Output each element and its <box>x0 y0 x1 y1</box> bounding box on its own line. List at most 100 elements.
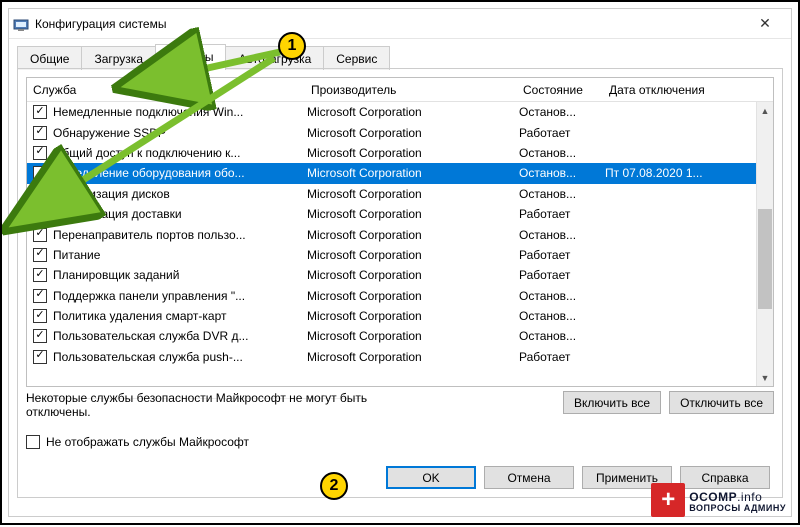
service-state: Останов... <box>519 105 605 119</box>
service-state: Работает <box>519 268 605 282</box>
ok-button[interactable]: OK <box>386 466 476 489</box>
sort-indicator-icon: ▲ <box>116 85 125 95</box>
service-name: Пользовательская служба DVR д... <box>53 329 307 343</box>
service-state: Работает <box>519 248 605 262</box>
hide-ms-label: Не отображать службы Майкрософт <box>46 435 249 449</box>
enable-all-button[interactable]: Включить все <box>563 391 661 414</box>
scroll-thumb[interactable] <box>758 209 772 309</box>
service-manufacturer: Microsoft Corporation <box>307 187 519 201</box>
security-note: Некоторые службы безопасности Майкрософт… <box>26 391 367 419</box>
service-checkbox[interactable] <box>33 248 47 262</box>
tab-services[interactable]: Службы <box>155 44 226 69</box>
callout-2: 2 <box>320 472 348 500</box>
service-checkbox[interactable] <box>33 166 47 180</box>
tab-tools[interactable]: Сервис <box>323 46 390 70</box>
service-rows: Немедленные подключения Win...Microsoft … <box>27 102 756 386</box>
service-state: Останов... <box>519 146 605 160</box>
service-state: Останов... <box>519 228 605 242</box>
table-row[interactable]: Оптимизация дисковMicrosoft CorporationО… <box>27 184 756 204</box>
service-manufacturer: Microsoft Corporation <box>307 248 519 262</box>
service-name: Обнаружение SSDP <box>53 126 307 140</box>
service-manufacturer: Microsoft Corporation <box>307 166 519 180</box>
service-manufacturer: Microsoft Corporation <box>307 309 519 323</box>
service-manufacturer: Microsoft Corporation <box>307 329 519 343</box>
msconfig-window: Конфигурация системы ✕ Общие Загрузка Сл… <box>8 8 792 517</box>
tab-strip: Общие Загрузка Службы Автозагрузка Серви… <box>9 39 791 68</box>
service-name: Общий доступ к подключению к... <box>53 146 307 160</box>
tab-startup[interactable]: Автозагрузка <box>225 46 324 70</box>
service-name: Немедленные подключения Win... <box>53 105 307 119</box>
service-manufacturer: Microsoft Corporation <box>307 126 519 140</box>
service-state: Останов... <box>519 309 605 323</box>
service-state: Останов... <box>519 289 605 303</box>
table-row[interactable]: Пользовательская служба push-...Microsof… <box>27 347 756 367</box>
service-name: Планировщик заданий <box>53 268 307 282</box>
service-state: Работает <box>519 126 605 140</box>
service-manufacturer: Microsoft Corporation <box>307 207 519 221</box>
service-state: Останов... <box>519 187 605 201</box>
column-headers[interactable]: Служба ▲ Производитель Состояние Дата отк… <box>27 78 773 102</box>
service-manufacturer: Microsoft Corporation <box>307 105 519 119</box>
table-row[interactable]: Поддержка панели управления "...Microsof… <box>27 286 756 306</box>
service-state: Работает <box>519 207 605 221</box>
service-manufacturer: Microsoft Corporation <box>307 268 519 282</box>
service-manufacturer: Microsoft Corporation <box>307 228 519 242</box>
table-row[interactable]: Планировщик заданийMicrosoft Corporation… <box>27 265 756 285</box>
service-name: Перенаправитель портов пользо... <box>53 228 307 242</box>
col-date-disabled[interactable]: Дата отключения <box>603 83 733 97</box>
table-row[interactable]: Общий доступ к подключению к...Microsoft… <box>27 143 756 163</box>
service-checkbox[interactable] <box>33 105 47 119</box>
service-name: Питание <box>53 248 307 262</box>
service-checkbox[interactable] <box>33 207 47 221</box>
cancel-button[interactable]: Отмена <box>484 466 574 489</box>
window-title: Конфигурация системы <box>35 17 743 31</box>
service-checkbox[interactable] <box>33 350 47 364</box>
col-manufacturer[interactable]: Производитель <box>305 83 517 97</box>
service-checkbox[interactable] <box>33 329 47 343</box>
service-checkbox[interactable] <box>33 228 47 242</box>
service-name: Политика удаления смарт-карт <box>53 309 307 323</box>
service-state: Останов... <box>519 166 605 180</box>
disable-all-button[interactable]: Отключить все <box>669 391 774 414</box>
scroll-down-icon[interactable]: ▼ <box>757 369 773 386</box>
table-row[interactable]: Определение оборудования обо...Microsoft… <box>27 163 756 183</box>
table-row[interactable]: Перенаправитель портов пользо...Microsof… <box>27 224 756 244</box>
app-icon <box>13 16 29 32</box>
service-state: Останов... <box>519 329 605 343</box>
service-checkbox[interactable] <box>33 187 47 201</box>
service-checkbox[interactable] <box>33 146 47 160</box>
table-row[interactable]: Пользовательская служба DVR д...Microsof… <box>27 326 756 346</box>
service-checkbox[interactable] <box>33 268 47 282</box>
close-icon[interactable]: ✕ <box>743 10 787 38</box>
table-row[interactable]: Политика удаления смарт-картMicrosoft Co… <box>27 306 756 326</box>
service-name: Пользовательская служба push-... <box>53 350 307 364</box>
service-date-disabled: Пт 07.08.2020 1... <box>605 166 735 180</box>
service-checkbox[interactable] <box>33 289 47 303</box>
callout-1: 1 <box>278 32 306 60</box>
tab-panel-services: Служба ▲ Производитель Состояние Дата отк… <box>17 68 783 498</box>
vertical-scrollbar[interactable]: ▲ ▼ <box>756 102 773 386</box>
hide-ms-checkbox[interactable] <box>26 435 40 449</box>
service-manufacturer: Microsoft Corporation <box>307 146 519 160</box>
service-checkbox[interactable] <box>33 309 47 323</box>
service-manufacturer: Microsoft Corporation <box>307 350 519 364</box>
titlebar: Конфигурация системы ✕ <box>9 9 791 39</box>
tab-general[interactable]: Общие <box>17 46 82 70</box>
table-row[interactable]: Немедленные подключения Win...Microsoft … <box>27 102 756 122</box>
scroll-up-icon[interactable]: ▲ <box>757 102 773 119</box>
watermark: + OCOMP.info ВОПРОСЫ АДМИНУ <box>651 483 786 517</box>
service-manufacturer: Microsoft Corporation <box>307 289 519 303</box>
service-name: Оптимизация дисков <box>53 187 307 201</box>
tab-boot[interactable]: Загрузка <box>81 46 156 70</box>
table-row[interactable]: Обнаружение SSDPMicrosoft CorporationРаб… <box>27 122 756 142</box>
service-checkbox[interactable] <box>33 126 47 140</box>
service-name: Поддержка панели управления "... <box>53 289 307 303</box>
col-service[interactable]: Служба <box>33 83 76 97</box>
service-name: Оптимизация доставки <box>53 207 307 221</box>
service-name: Определение оборудования обо... <box>53 166 307 180</box>
table-row[interactable]: Оптимизация доставкиMicrosoft Corporatio… <box>27 204 756 224</box>
services-listview[interactable]: Служба ▲ Производитель Состояние Дата отк… <box>26 77 774 387</box>
watermark-badge-icon: + <box>651 483 685 517</box>
col-state[interactable]: Состояние <box>517 83 603 97</box>
table-row[interactable]: ПитаниеMicrosoft CorporationРаботает <box>27 245 756 265</box>
